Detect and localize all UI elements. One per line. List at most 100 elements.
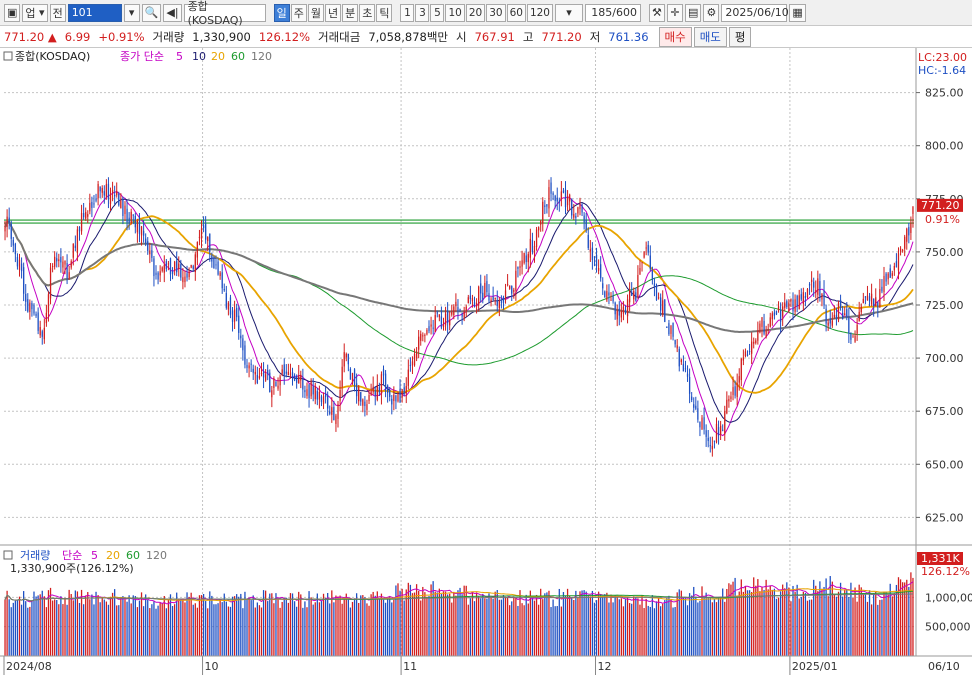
market-select[interactable]: 업 ▾: [22, 3, 48, 22]
volume-bar: [484, 598, 486, 656]
period-tab-2[interactable]: 월: [307, 3, 324, 22]
quote-low: 761.36: [608, 29, 649, 44]
period-tab-3[interactable]: 년: [324, 3, 342, 22]
sell-button[interactable]: 매도: [693, 26, 727, 47]
volume-bar: [188, 596, 190, 656]
interval-button-30[interactable]: 30: [486, 3, 506, 22]
volume-bar: [194, 603, 196, 656]
candle-body: [666, 327, 668, 329]
interval-button-5[interactable]: 5: [430, 3, 445, 22]
candle-body: [709, 445, 711, 447]
volume-bar: [631, 603, 633, 656]
interval-button-20[interactable]: 20: [465, 3, 486, 22]
volume-bar: [14, 600, 17, 656]
interval-button-3[interactable]: 3: [415, 3, 430, 22]
gear-icon[interactable]: ⚙: [703, 3, 720, 22]
candle-body: [653, 283, 656, 287]
candle-body: [893, 266, 895, 271]
count-field[interactable]: 185/600: [584, 3, 641, 22]
interval-button-1[interactable]: 1: [400, 3, 415, 22]
toolbar-settings-icon[interactable]: ⚒: [648, 3, 665, 22]
candle-body: [43, 327, 45, 340]
volume-bar: [33, 591, 35, 656]
code-input[interactable]: 101: [67, 3, 122, 22]
candle-body: [159, 271, 161, 276]
candle-body: [380, 374, 383, 395]
crosshair-icon[interactable]: ✛: [666, 3, 683, 22]
interval-button-120[interactable]: 120: [526, 3, 553, 22]
volume-bar: [256, 602, 258, 656]
candle-body: [618, 308, 620, 316]
candle-body: [827, 322, 829, 326]
volume-bar: [145, 594, 147, 656]
candle-body: [194, 254, 196, 273]
candle-body: [564, 189, 567, 208]
candle-body: [610, 299, 612, 301]
candle-body: [655, 285, 658, 301]
candle-body: [101, 188, 103, 193]
chart-area[interactable]: 625.00650.00675.00700.00725.00750.00775.…: [0, 48, 972, 675]
volume-bar: [370, 594, 372, 656]
candle-body: [221, 272, 223, 289]
candle-body: [513, 289, 515, 292]
candle-body: [688, 376, 691, 394]
candle-body: [844, 313, 846, 316]
buy-button[interactable]: 매수: [658, 26, 692, 47]
volume-bar: [70, 594, 72, 656]
candle-body: [624, 309, 627, 313]
volume-bar: [393, 599, 395, 656]
volume-bar: [217, 603, 219, 656]
y-tick-label: 800.00: [925, 140, 964, 153]
period-tab-6[interactable]: 틱: [376, 3, 393, 22]
y-tick-label: 725.00: [925, 299, 964, 312]
candle-body: [796, 295, 798, 306]
candle-body: [198, 236, 201, 238]
volume-bar: [548, 590, 550, 656]
candle-body: [171, 271, 174, 274]
quote-change: 6.99: [64, 29, 91, 44]
period-tab-4[interactable]: 분: [342, 3, 359, 22]
candle-body: [649, 255, 651, 270]
volume-bar: [672, 607, 674, 656]
mode-button[interactable]: 전: [49, 3, 66, 22]
interval-button-10[interactable]: 10: [445, 3, 465, 22]
candle-body: [897, 253, 900, 271]
speaker-icon[interactable]: ◀|: [163, 3, 182, 22]
candle-body: [463, 311, 465, 318]
period-tab-5[interactable]: 초: [359, 3, 376, 22]
candle-body: [883, 275, 885, 292]
volume-bar: [182, 598, 184, 656]
period-tab-0[interactable]: 일: [273, 3, 290, 22]
interval-dropdown-icon[interactable]: ▾: [554, 3, 583, 22]
candle-body: [484, 282, 486, 298]
date-field[interactable]: 2025/06/10: [721, 3, 789, 22]
volume-bar: [810, 599, 813, 656]
candle-body: [711, 445, 713, 450]
volume-bar: [802, 592, 804, 656]
candle-body: [190, 264, 192, 268]
calendar-icon[interactable]: ▦: [789, 3, 806, 22]
candle-body: [205, 223, 207, 240]
volume-bar: [122, 596, 124, 656]
candle-body: [511, 286, 513, 294]
candle-body: [906, 228, 908, 242]
volume-bar: [569, 596, 571, 656]
interval-button-60[interactable]: 60: [506, 3, 526, 22]
volume-bar: [593, 602, 596, 656]
volume-bar: [105, 601, 108, 656]
volume-bar: [85, 595, 87, 656]
save-icon[interactable]: ▤: [684, 3, 702, 22]
candle-body: [298, 375, 300, 384]
eval-button[interactable]: 평: [728, 26, 752, 47]
volume-bar: [327, 592, 329, 656]
candle-body: [403, 387, 405, 394]
period-tab-1[interactable]: 주: [290, 3, 307, 22]
candle-body: [105, 184, 108, 197]
search-icon[interactable]: 🔍: [141, 3, 162, 22]
candle-body: [748, 350, 751, 352]
candle-body: [438, 314, 440, 318]
candle-body: [866, 295, 869, 301]
candle-body: [562, 190, 565, 193]
layout-icon[interactable]: ▣: [4, 3, 21, 22]
code-dropdown-icon[interactable]: ▾: [123, 3, 140, 22]
